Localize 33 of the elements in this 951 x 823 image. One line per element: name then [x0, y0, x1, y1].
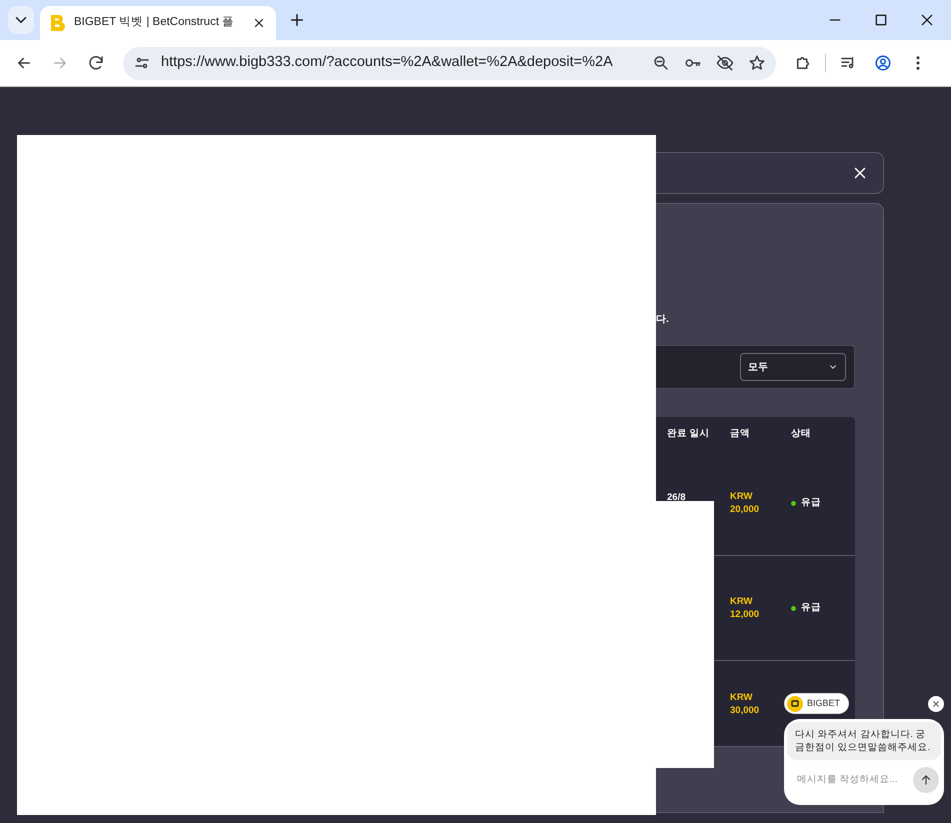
- brand-badge[interactable]: BIGBET: [784, 693, 850, 714]
- amount-cell-text: KRW 20,000: [730, 490, 760, 516]
- filter-dropdown[interactable]: 모두: [740, 353, 846, 381]
- chat-logo-icon: [787, 696, 803, 712]
- arrow-up-icon[interactable]: [919, 773, 933, 787]
- zoom-out-icon[interactable]: [652, 54, 670, 72]
- column-header: 완료 일시: [667, 428, 710, 439]
- status-text: 유급: [801, 496, 821, 510]
- url-text: https://www.bigb333.com/?accounts=%2A&wallet=%2A&deposit=%2A: [161, 53, 614, 72]
- star-icon[interactable]: [748, 54, 766, 72]
- b-logo-icon: [50, 14, 66, 32]
- status-text: 유급: [801, 600, 821, 615]
- close-icon[interactable]: [252, 16, 266, 30]
- tab-title: BIGBET 빅벳 | BetConstruct 플: [74, 15, 236, 30]
- close-button[interactable]: [928, 696, 944, 712]
- tab-list-button[interactable]: [8, 6, 34, 34]
- address-bar[interactable]: https://www.bigb333.com/?accounts=%2A&wallet=%2A&deposit=%2A: [123, 46, 776, 80]
- send-button[interactable]: [913, 767, 939, 793]
- eye-slash-icon[interactable]: [716, 54, 734, 72]
- browser-tab[interactable]: BIGBET 빅벳 | BetConstruct 플: [40, 6, 276, 40]
- close-icon[interactable]: [931, 699, 941, 709]
- amount-cell-text: KRW 30,000: [730, 690, 760, 716]
- new-tab-icon[interactable]: [288, 11, 306, 29]
- column-header: 상태: [791, 428, 811, 439]
- profile-icon[interactable]: [874, 54, 892, 72]
- column-header: 금액: [730, 428, 750, 439]
- reload-icon[interactable]: [87, 54, 105, 72]
- amount-cell-text: KRW 12,000: [730, 595, 760, 621]
- date-cell: 26/8: [667, 492, 686, 503]
- chat-message: 다시 와주셔서 감사합니다. 궁금한점이 있으면말씀해주세요.: [787, 722, 941, 760]
- message-field[interactable]: 메시지를 작성하세요...: [797, 772, 907, 788]
- puzzle-icon[interactable]: [794, 54, 812, 72]
- notice-text: 다.: [656, 313, 670, 327]
